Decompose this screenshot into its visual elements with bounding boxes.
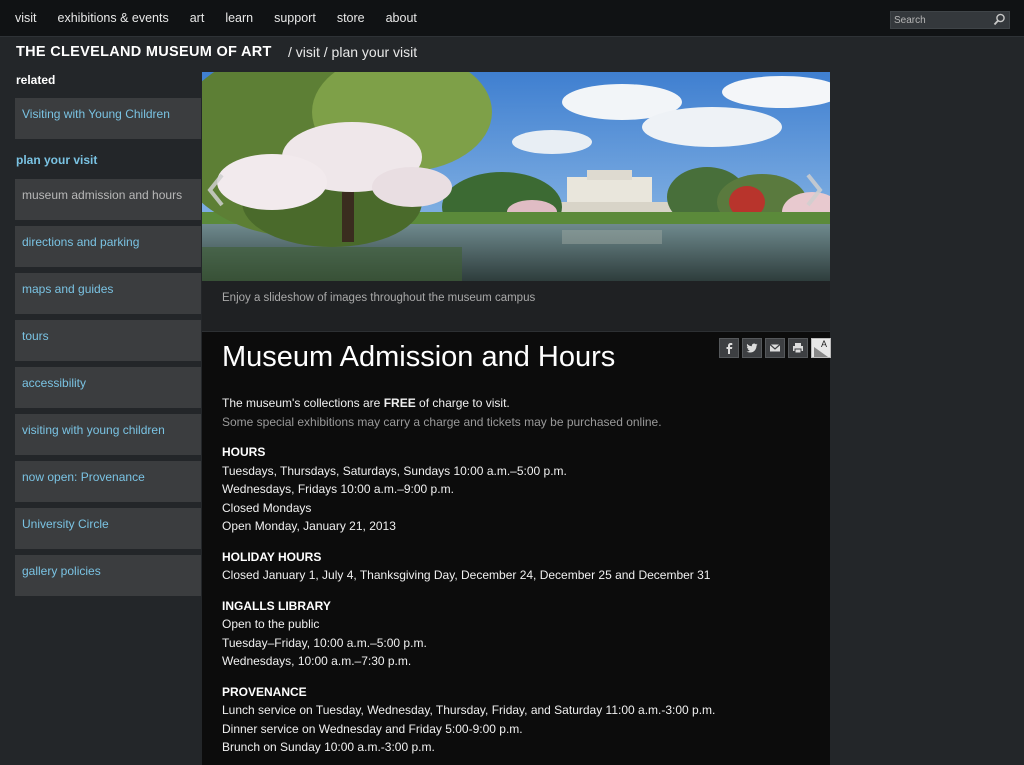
facebook-icon[interactable] xyxy=(719,338,739,358)
slideshow-image[interactable] xyxy=(202,72,830,281)
breadcrumb[interactable]: / visit / plan your visit xyxy=(288,44,417,60)
admission-hours-content: The museum's collections are FREE of cha… xyxy=(222,394,822,757)
holiday-hours-section: HOLIDAY HOURS Closed January 1, July 4, … xyxy=(222,548,822,585)
intro-suffix: of charge to visit. xyxy=(415,396,510,410)
search-icon[interactable] xyxy=(993,13,1006,26)
library-line: Tuesday–Friday, 10:00 a.m.–5:00 p.m. xyxy=(222,635,427,650)
hours-section: HOURS Tuesdays, Thursdays, Saturdays, Su… xyxy=(222,443,822,536)
nav-exhibitions-events[interactable]: exhibitions & events xyxy=(58,11,169,25)
provenance-section: PROVENANCE Lunch service on Tuesday, Wed… xyxy=(222,683,822,757)
hours-heading: HOURS xyxy=(222,445,266,459)
hours-line: Tuesdays, Thursdays, Saturdays, Sundays … xyxy=(222,463,567,478)
slideshow-next-arrow-icon[interactable] xyxy=(804,172,824,208)
free-admission-text: The museum's collections are FREE of cha… xyxy=(222,394,822,413)
email-icon[interactable] xyxy=(765,338,785,358)
sidebar-item-directions-parking[interactable]: directions and parking xyxy=(15,226,201,267)
ingalls-library-section: INGALLS LIBRARY Open to the public Tuesd… xyxy=(222,597,822,671)
provenance-line: Brunch on Sunday 10:00 a.m.-3:00 p.m. xyxy=(222,740,435,754)
free-label: FREE xyxy=(383,396,416,410)
search-box xyxy=(890,11,1010,29)
sidebar-item-tours[interactable]: tours xyxy=(15,320,201,361)
page-title: Museum Admission and Hours xyxy=(222,341,616,373)
nav-support[interactable]: support xyxy=(274,11,316,25)
sidebar-item-gallery-policies[interactable]: gallery policies xyxy=(15,555,201,596)
provenance-heading: PROVENANCE xyxy=(222,684,307,699)
sidebar-item-visiting-young-children-related[interactable]: Visiting with Young Children xyxy=(15,98,201,139)
plan-your-visit-heading[interactable]: plan your visit xyxy=(16,153,97,167)
nav-learn[interactable]: learn xyxy=(225,11,253,25)
top-navigation: visit exhibitions & events art learn sup… xyxy=(0,0,1024,37)
sidebar-item-visiting-young-children[interactable]: visiting with young children xyxy=(15,414,201,455)
hours-line: Wednesdays, Fridays 10:00 a.m.–9:00 p.m. xyxy=(222,482,454,496)
sidebar-item-university-circle[interactable]: University Circle xyxy=(15,508,201,549)
slideshow-caption: Enjoy a slideshow of images throughout t… xyxy=(222,292,536,304)
search-input[interactable] xyxy=(894,13,989,27)
slideshow-caption-bar: Enjoy a slideshow of images throughout t… xyxy=(202,281,830,332)
nav-store[interactable]: store xyxy=(337,11,365,25)
ingalls-library-heading: INGALLS LIBRARY xyxy=(222,598,331,613)
sidebar-item-maps-guides[interactable]: maps and guides xyxy=(15,273,201,314)
print-icon[interactable] xyxy=(788,338,808,358)
slideshow-prev-arrow-icon[interactable] xyxy=(206,172,226,208)
main-content: Enjoy a slideshow of images throughout t… xyxy=(202,72,831,765)
related-heading: related xyxy=(16,73,56,87)
twitter-icon[interactable] xyxy=(742,338,762,358)
nav-about[interactable]: about xyxy=(386,11,417,25)
hours-line: Open Monday, January 21, 2013 xyxy=(222,519,396,533)
sidebar-item-provenance[interactable]: now open: Provenance xyxy=(15,461,201,502)
nav-visit[interactable]: visit xyxy=(15,11,37,25)
nav-art[interactable]: art xyxy=(190,11,205,25)
special-exhibitions-note: Some special exhibitions may carry a cha… xyxy=(222,414,662,429)
holiday-hours-heading: HOLIDAY HOURS xyxy=(222,549,322,564)
site-title[interactable]: THE CLEVELAND MUSEUM OF ART xyxy=(16,44,272,60)
library-line: Wednesdays, 10:00 a.m.–7:30 p.m. xyxy=(222,654,412,668)
museum-campus-photo xyxy=(202,72,830,281)
holiday-hours-line: Closed January 1, July 4, Thanksgiving D… xyxy=(222,568,711,582)
sidebar-item-admission-hours[interactable]: museum admission and hours xyxy=(15,179,201,220)
provenance-line: Lunch service on Tuesday, Wednesday, Thu… xyxy=(222,703,716,717)
sidebar-item-accessibility[interactable]: accessibility xyxy=(15,367,201,408)
text-size-icon[interactable]: A xyxy=(811,338,831,358)
main-menu: visit exhibitions & events art learn sup… xyxy=(15,11,438,25)
provenance-line: Dinner service on Wednesday and Friday 5… xyxy=(222,721,523,736)
intro-prefix: The museum's collections are xyxy=(222,396,384,410)
library-line: Open to the public xyxy=(222,617,320,631)
hours-line: Closed Mondays xyxy=(222,500,312,515)
